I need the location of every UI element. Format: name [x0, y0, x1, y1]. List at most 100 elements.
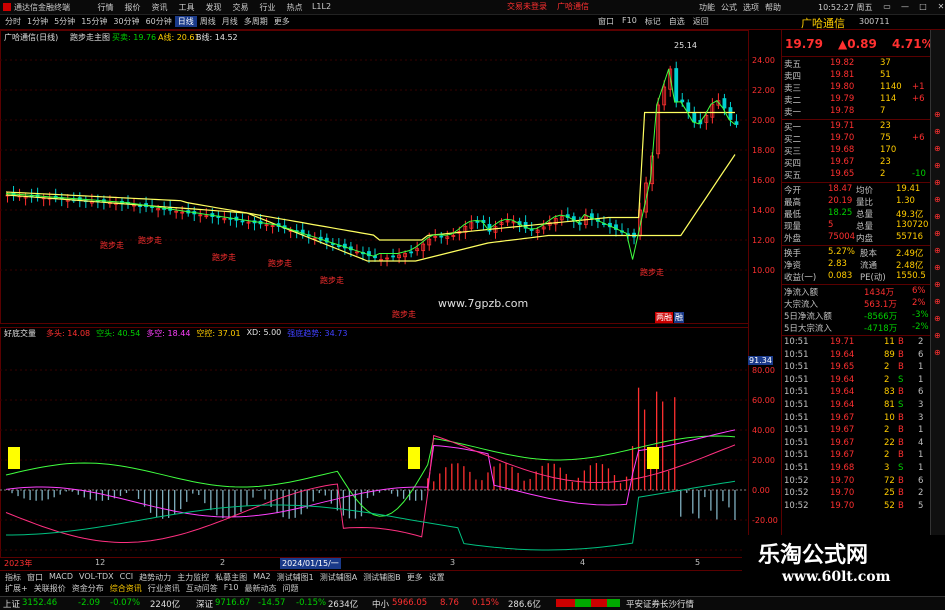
tick-side: B: [898, 349, 904, 360]
trade-link[interactable]: 广哈通信: [557, 1, 589, 12]
side-tool-icon[interactable]: ⊕: [934, 348, 941, 357]
period-tab[interactable]: 5分钟: [51, 16, 78, 27]
side-tool-icon[interactable]: ⊕: [934, 229, 941, 238]
watermark-title: 乐淘公式网: [758, 542, 869, 568]
window-controls: ▭ — □ ✕: [880, 1, 945, 12]
period-tab[interactable]: 更多: [271, 16, 293, 27]
toolbar-button[interactable]: 标记: [641, 16, 665, 27]
menu-item[interactable]: 行情: [92, 2, 119, 13]
extension-tab[interactable]: 资金分布: [69, 583, 107, 594]
toolbar-button[interactable]: 返回: [689, 16, 713, 27]
period-tab[interactable]: 日线: [174, 16, 197, 27]
indicator-tab[interactable]: 更多: [404, 572, 426, 583]
indicator-tab[interactable]: CCI: [117, 572, 137, 583]
indicator-tab[interactable]: 窗口: [24, 572, 46, 583]
period-tab[interactable]: 月线: [219, 16, 241, 27]
tick-volume: 72: [884, 475, 895, 486]
menu-item[interactable]: 选项: [740, 2, 762, 13]
side-tool-icon[interactable]: ⊕: [934, 297, 941, 306]
minimize-icon[interactable]: —: [898, 1, 912, 12]
period-tab[interactable]: 周线: [197, 16, 219, 27]
indicator-tab[interactable]: 私募主图: [212, 572, 250, 583]
kline-chart[interactable]: 24.0022.0020.0018.0016.0014.0012.0010.00…: [0, 30, 781, 570]
indicator-tab[interactable]: 趋势动力: [136, 572, 174, 583]
menu-item[interactable]: 行业: [254, 2, 281, 13]
indicator-tab[interactable]: 测试辅图1: [274, 572, 317, 583]
toolbar-button[interactable]: F10: [618, 16, 641, 27]
main-menu: 行情 报价 资讯 工具 发现 交易 行业 热点 L1L2: [92, 2, 335, 13]
period-tab[interactable]: 30分钟: [110, 16, 142, 27]
flow-pct: -2%: [912, 322, 929, 332]
zx-index-label: 中小: [372, 600, 390, 610]
side-tool-icon[interactable]: ⊕: [934, 178, 941, 187]
extension-tab[interactable]: 行业资讯: [145, 583, 183, 594]
restore-icon[interactable]: ▭: [880, 1, 894, 12]
side-tool-icon[interactable]: ⊕: [934, 127, 941, 136]
buy-sell-curve: [5, 68, 736, 260]
extension-tab[interactable]: F10: [221, 583, 242, 594]
side-tool-icon[interactable]: ⊕: [934, 280, 941, 289]
side-tool-icon[interactable]: ⊕: [934, 246, 941, 255]
menu-item[interactable]: L1L2: [308, 2, 335, 13]
tick-count: 1: [918, 425, 924, 436]
period-tab[interactable]: 15分钟: [78, 16, 110, 27]
cursor-date: 2024/01/15/一: [280, 558, 341, 569]
extension-tab[interactable]: 综合资讯: [107, 583, 145, 594]
extension-tab[interactable]: 扩展+: [2, 583, 31, 594]
side-tool-icon[interactable]: ⊕: [934, 212, 941, 221]
sub-indicator-value: XD: 5.00: [246, 328, 282, 337]
candle-body: [577, 222, 582, 225]
indicator-tab[interactable]: MA2: [250, 572, 273, 583]
side-tool-icon[interactable]: ⊕: [934, 161, 941, 170]
tick-volume: 25: [884, 488, 895, 499]
indicator-tab[interactable]: 设置: [426, 572, 448, 583]
indicator-tab[interactable]: 测试辅图A: [317, 572, 360, 583]
zx-index-amount: 286.6亿: [508, 600, 541, 610]
menu-item[interactable]: 工具: [173, 2, 200, 13]
side-tool-icon[interactable]: ⊕: [934, 314, 941, 323]
menu-item[interactable]: 功能: [696, 2, 718, 13]
toolbar-button[interactable]: 自选: [665, 16, 689, 27]
indicator-tab[interactable]: 主力监控: [174, 572, 212, 583]
trade-link[interactable]: 交易未登录: [507, 1, 547, 12]
extension-tab[interactable]: 关联报价: [31, 583, 69, 594]
toolbar-button[interactable]: 窗口: [594, 16, 618, 27]
ask-row: 卖五 19.82 37: [784, 58, 928, 70]
ask-price: 19.82: [830, 58, 855, 68]
period-tab[interactable]: 1分钟: [24, 16, 51, 27]
chart-area[interactable]: 24.00 22.00 20.00 18.00 16.00 14.00 12.00 10.00…: [0, 30, 781, 570]
indicator-tab[interactable]: 测试辅图B: [360, 572, 404, 583]
tick-volume: 10: [884, 412, 895, 423]
menu-item[interactable]: 报价: [119, 2, 146, 13]
menu-item[interactable]: 公式: [718, 2, 740, 13]
period-tab[interactable]: 分时: [2, 16, 24, 27]
indicator-tab[interactable]: 指标: [2, 572, 24, 583]
bid-row: 买二 19.70 75 +6: [784, 133, 928, 145]
menu-item[interactable]: 发现: [200, 2, 227, 13]
side-toolbar[interactable]: ⊕ ⊕ ⊕ ⊕ ⊕ ⊕ ⊕ ⊕ ⊕ ⊕ ⊕ ⊕ ⊕ ⊕ ⊕: [930, 30, 945, 570]
cell: 外盘: [784, 234, 802, 244]
menu-item[interactable]: 资讯: [146, 2, 173, 13]
tick-time: 10:52: [784, 475, 809, 486]
maximize-icon[interactable]: □: [916, 1, 930, 12]
period-tabs: 分时 1分钟 5分钟 15分钟 30分钟 60分钟 日线 周线 月线 多周期 更多: [2, 16, 293, 27]
menu-item[interactable]: 热点: [281, 2, 308, 13]
indicator-tab[interactable]: MACD: [46, 572, 76, 583]
indicator-tab[interactable]: VOL-TDX: [76, 572, 117, 583]
extension-tab[interactable]: 问题: [279, 583, 301, 594]
period-tab[interactable]: 多周期: [241, 16, 271, 27]
close-icon[interactable]: ✕: [934, 1, 945, 12]
side-tool-icon[interactable]: ⊕: [934, 144, 941, 153]
menu-item[interactable]: 帮助: [762, 2, 784, 13]
period-tab[interactable]: 60分钟: [143, 16, 175, 27]
ask-label: 卖二: [784, 96, 802, 106]
extension-tab[interactable]: 互动问答: [183, 583, 221, 594]
side-tool-icon[interactable]: ⊕: [934, 263, 941, 272]
tick-price: 19.70: [830, 475, 855, 486]
menu-item[interactable]: 交易: [227, 2, 254, 13]
side-tool-icon[interactable]: ⊕: [934, 195, 941, 204]
side-tool-icon[interactable]: ⊕: [934, 110, 941, 119]
extension-tab[interactable]: 最新动态: [241, 583, 279, 594]
main-indicator-name[interactable]: 跑步走主图: [70, 32, 110, 43]
side-tool-icon[interactable]: ⊕: [934, 331, 941, 340]
